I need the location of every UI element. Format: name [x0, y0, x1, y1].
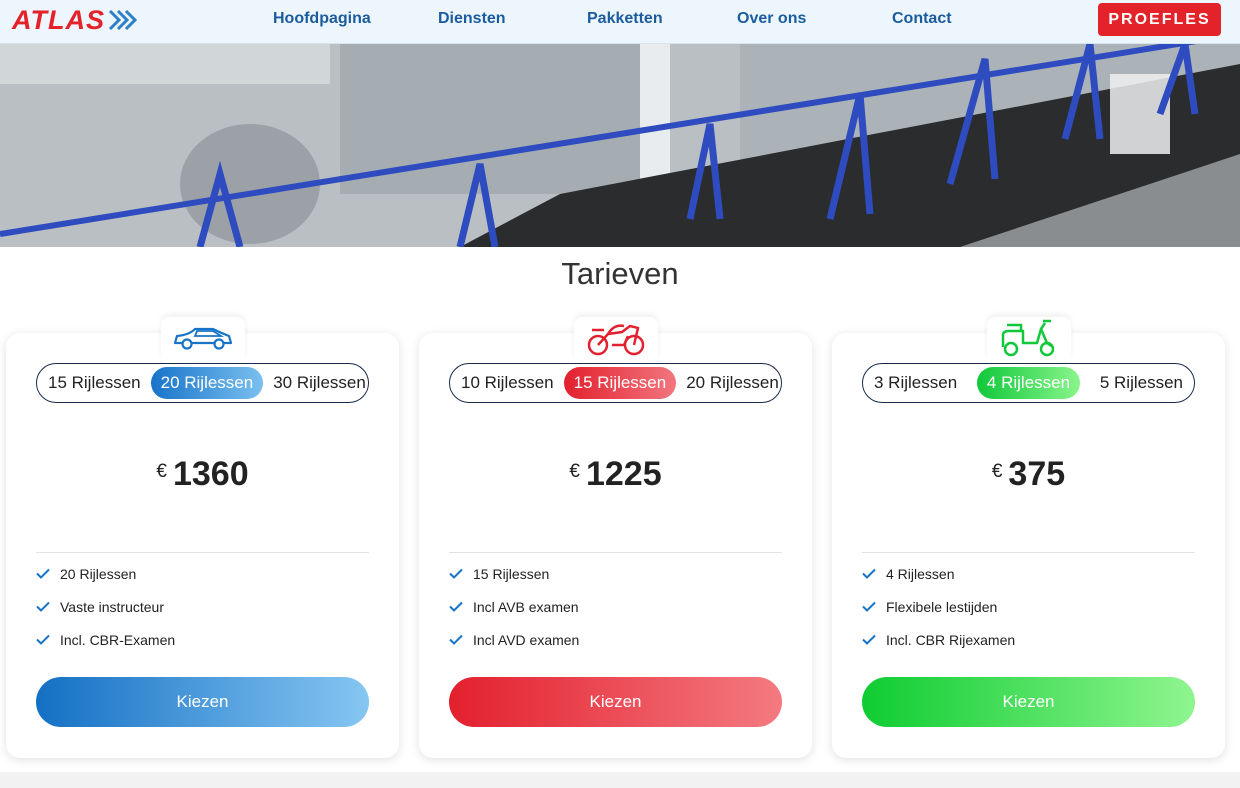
list-item: 20 Rijlessen [36, 557, 175, 590]
list-item: Incl AVB examen [449, 590, 579, 623]
check-icon [862, 601, 876, 612]
check-icon [36, 568, 50, 579]
choose-button[interactable]: Kiezen [862, 677, 1195, 727]
feature-text: Incl. CBR-Examen [60, 631, 176, 648]
divider [862, 552, 1195, 553]
toggle-option[interactable]: 30 Rijlessen [263, 367, 376, 399]
list-item: Incl. CBR-Examen [36, 623, 175, 656]
icon-tab [160, 317, 245, 359]
lesson-package-toggle: 15 Rijlessen 20 Rijlessen 30 Rijlessen [36, 363, 369, 403]
lesson-package-toggle: 10 Rijlessen 15 Rijlessen 20 Rijlessen [449, 363, 782, 403]
chevrons-icon [108, 9, 137, 31]
list-item: 15 Rijlessen [449, 557, 579, 590]
price: €1225 [419, 455, 812, 494]
feature-text: Incl AVB examen [473, 598, 579, 615]
icon-tab [986, 317, 1071, 359]
nav-link-pakketten[interactable]: Pakketten [587, 10, 663, 28]
proefles-button[interactable]: PROEFLES [1098, 3, 1221, 36]
check-icon [449, 634, 463, 645]
feature-text: 15 Rijlessen [473, 565, 550, 582]
toggle-option[interactable]: 15 Rijlessen [38, 367, 151, 399]
check-icon [862, 568, 876, 579]
nav-link-over-ons[interactable]: Over ons [737, 10, 806, 28]
toggle-option[interactable]: 20 Rijlessen [676, 367, 789, 399]
check-icon [449, 568, 463, 579]
currency-symbol: € [569, 461, 580, 482]
price-amount: 1360 [172, 455, 249, 493]
choose-button[interactable]: Kiezen [449, 677, 782, 727]
feature-text: Vaste instructeur [60, 598, 165, 615]
nav-link-diensten[interactable]: Diensten [438, 10, 506, 28]
lesson-package-toggle: 3 Rijlessen 4 Rijlessen 5 Rijlessen [862, 363, 1195, 403]
feature-text: Incl AVD examen [473, 631, 580, 648]
feature-text: Incl. CBR Rijexamen [886, 631, 1016, 648]
pricing-card-car: 15 Rijlessen 20 Rijlessen 30 Rijlessen €… [6, 317, 399, 758]
feature-list: 4 Rijlessen Flexibele lestijden Incl. CB… [862, 557, 1015, 656]
currency-symbol: € [156, 461, 167, 482]
motorcycle-icon [587, 324, 644, 356]
currency-symbol: € [991, 461, 1003, 482]
atlas-logo[interactable]: ATLAS [12, 5, 137, 35]
feature-list: 20 Rijlessen Vaste instructeur Incl. CBR… [36, 557, 175, 656]
feature-text: 20 Rijlessen [60, 565, 137, 582]
nav-link-contact[interactable]: Contact [892, 10, 952, 28]
toggle-option[interactable]: 10 Rijlessen [451, 367, 564, 399]
nav-link-hoofdpagina[interactable]: Hoofdpagina [273, 10, 371, 28]
list-item: Flexibele lestijden [862, 590, 1015, 623]
bike-shelter-photo [0, 44, 1240, 247]
toggle-option[interactable]: 5 Rijlessen [1090, 367, 1193, 399]
price-amount: 375 [1008, 455, 1066, 493]
car-icon [173, 327, 232, 350]
list-item: Incl. CBR Rijexamen [862, 623, 1015, 656]
toggle-option-selected[interactable]: 15 Rijlessen [563, 367, 677, 399]
footer-strip [0, 772, 1240, 788]
feature-text: 4 Rijlessen [886, 565, 955, 582]
section-title: Tarieven [561, 256, 679, 291]
feature-text: Flexibele lestijden [886, 598, 998, 615]
toggle-option-selected[interactable]: 4 Rijlessen [976, 367, 1081, 399]
divider [36, 552, 369, 553]
toggle-option-selected[interactable]: 20 Rijlessen [150, 367, 264, 399]
check-icon [449, 601, 463, 612]
check-icon [862, 634, 876, 645]
top-navbar: ATLAS Hoofdpagina Diensten Pakketten Ove… [0, 0, 1240, 44]
choose-button[interactable]: Kiezen [36, 677, 369, 727]
list-item: Incl AVD examen [449, 623, 579, 656]
scooter-icon [1001, 319, 1054, 357]
price-amount: 1225 [585, 455, 662, 493]
divider [449, 552, 782, 553]
logo-text: ATLAS [12, 4, 105, 35]
price: €1360 [6, 455, 399, 494]
list-item: Vaste instructeur [36, 590, 175, 623]
check-icon [36, 601, 50, 612]
hero-image [0, 44, 1240, 247]
price: €375 [832, 455, 1225, 494]
pricing-card-motorcycle: 10 Rijlessen 15 Rijlessen 20 Rijlessen €… [419, 317, 812, 758]
list-item: 4 Rijlessen [862, 557, 1015, 590]
pricing-card-scooter: 3 Rijlessen 4 Rijlessen 5 Rijlessen €375… [832, 317, 1225, 758]
feature-list: 15 Rijlessen Incl AVB examen Incl AVD ex… [449, 557, 579, 656]
icon-tab [573, 317, 658, 359]
check-icon [36, 634, 50, 645]
toggle-option[interactable]: 3 Rijlessen [864, 367, 967, 399]
